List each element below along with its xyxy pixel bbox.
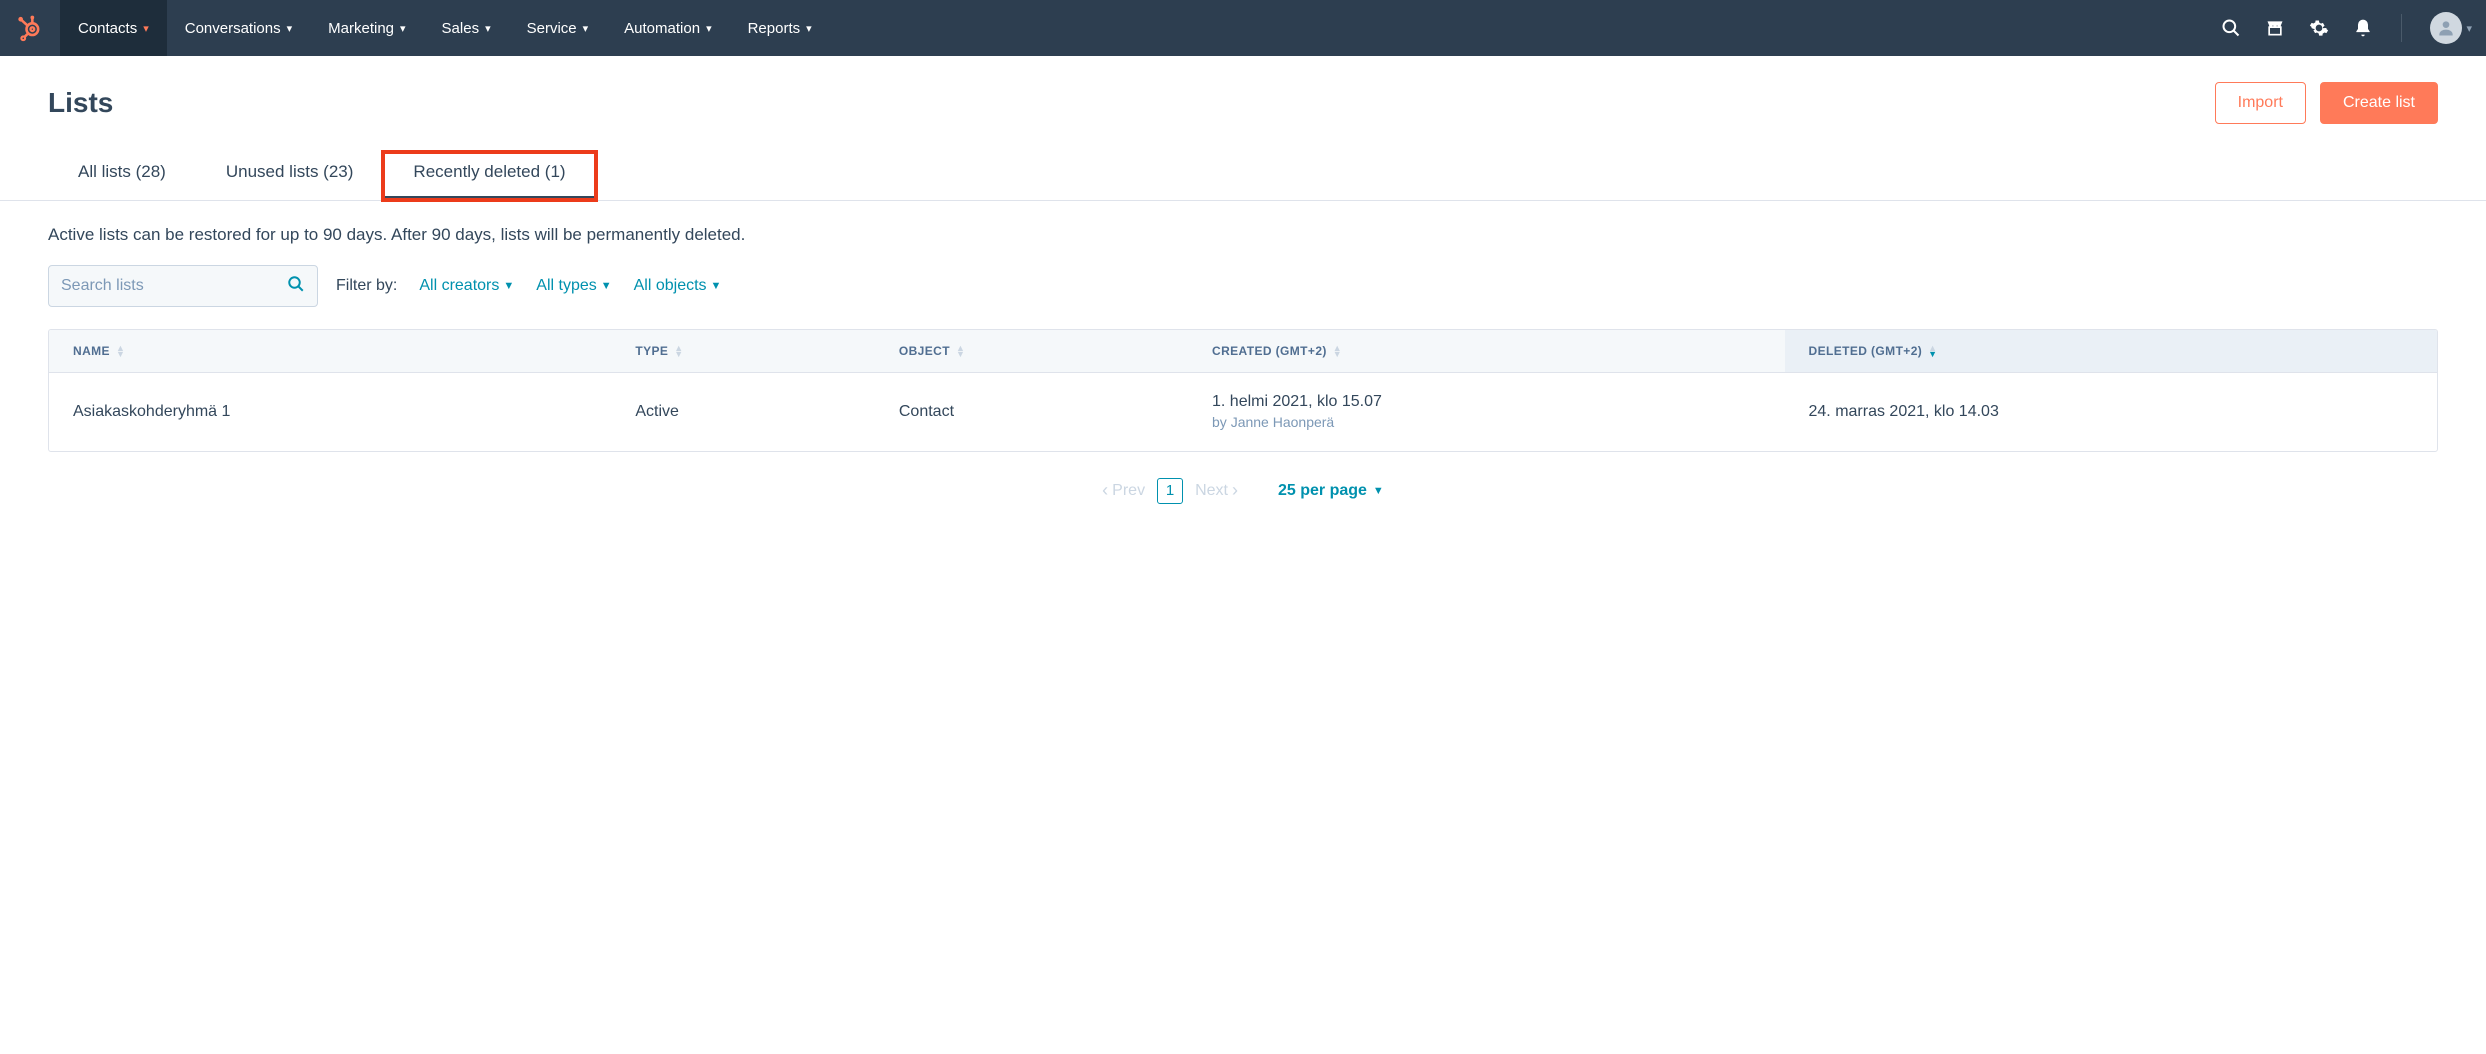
nav-label: Contacts bbox=[78, 20, 137, 37]
tab-unused-lists[interactable]: Unused lists (23) bbox=[196, 152, 384, 200]
nav-items: Contacts ▾ Conversations ▾ Marketing ▾ S… bbox=[60, 0, 830, 56]
prev-button[interactable]: ‹ Prev bbox=[1102, 480, 1145, 501]
chevron-down-icon: ▾ bbox=[706, 22, 712, 35]
header-buttons: Import Create list bbox=[2215, 82, 2438, 124]
nav-label: Automation bbox=[624, 20, 700, 37]
chevron-left-icon: ‹ bbox=[1102, 480, 1108, 501]
chevron-down-icon: ▾ bbox=[806, 22, 812, 35]
created-date: 1. helmi 2021, klo 15.07 bbox=[1212, 391, 1760, 413]
create-list-button[interactable]: Create list bbox=[2320, 82, 2438, 124]
table-row[interactable]: Asiakaskohderyhmä 1 Active Contact 1. he… bbox=[49, 373, 2437, 451]
header-row: Lists Import Create list bbox=[0, 56, 2486, 124]
top-nav: Contacts ▾ Conversations ▾ Marketing ▾ S… bbox=[0, 0, 2486, 56]
info-text: Active lists can be restored for up to 9… bbox=[0, 201, 2486, 245]
page-number[interactable]: 1 bbox=[1157, 478, 1183, 504]
nav-reports[interactable]: Reports ▾ bbox=[730, 0, 830, 56]
settings-icon[interactable] bbox=[2309, 18, 2329, 38]
sort-icon: ▲▼ bbox=[1928, 345, 1937, 357]
tab-recently-deleted[interactable]: Recently deleted (1) bbox=[383, 152, 595, 200]
col-name[interactable]: NAME ▲▼ bbox=[49, 330, 611, 373]
table: NAME ▲▼ TYPE ▲▼ OBJECT ▲▼ bbox=[48, 329, 2438, 452]
filter-label: Filter by: bbox=[336, 277, 397, 295]
cell-name: Asiakaskohderyhmä 1 bbox=[49, 373, 611, 451]
sort-icon: ▲▼ bbox=[1333, 345, 1342, 357]
tabs: All lists (28) Unused lists (23) Recentl… bbox=[0, 124, 2486, 201]
filter-text: All creators bbox=[419, 277, 499, 295]
chevron-right-icon: › bbox=[1232, 480, 1238, 501]
cell-created: 1. helmi 2021, klo 15.07 by Janne Haonpe… bbox=[1188, 373, 1784, 451]
col-deleted[interactable]: DELETED (GMT+2) ▲▼ bbox=[1785, 330, 2438, 373]
chevron-down-icon: ▾ bbox=[2466, 22, 2472, 35]
chevron-down-icon: ▼ bbox=[1373, 485, 1384, 497]
notifications-icon[interactable] bbox=[2353, 18, 2373, 38]
filter-objects[interactable]: All objects ▼ bbox=[634, 277, 722, 295]
nav-service[interactable]: Service ▾ bbox=[509, 0, 607, 56]
col-label: TYPE bbox=[635, 344, 668, 358]
next-label: Next bbox=[1195, 482, 1228, 500]
cell-type: Active bbox=[611, 373, 875, 451]
nav-contacts[interactable]: Contacts ▾ bbox=[60, 0, 167, 56]
nav-label: Service bbox=[527, 20, 577, 37]
nav-automation[interactable]: Automation ▾ bbox=[606, 0, 729, 56]
chevron-down-icon: ▾ bbox=[400, 22, 406, 35]
tab-all-lists[interactable]: All lists (28) bbox=[48, 152, 196, 200]
next-button[interactable]: Next › bbox=[1195, 480, 1238, 501]
filter-creators[interactable]: All creators ▼ bbox=[419, 277, 514, 295]
marketplace-icon[interactable] bbox=[2265, 18, 2285, 38]
page-title: Lists bbox=[48, 87, 113, 119]
col-created[interactable]: CREATED (GMT+2) ▲▼ bbox=[1188, 330, 1784, 373]
per-page-label: 25 per page bbox=[1278, 482, 1367, 500]
sort-icon: ▲▼ bbox=[674, 345, 683, 357]
search-icon[interactable] bbox=[2221, 18, 2241, 38]
chevron-down-icon: ▾ bbox=[143, 22, 149, 35]
col-label: DELETED (GMT+2) bbox=[1809, 344, 1923, 358]
chevron-down-icon: ▼ bbox=[503, 280, 514, 292]
account-menu[interactable]: ▾ bbox=[2430, 12, 2472, 44]
chevron-down-icon: ▼ bbox=[711, 280, 722, 292]
filter-text: All objects bbox=[634, 277, 707, 295]
sort-icon: ▲▼ bbox=[116, 345, 125, 357]
nav-right: ▾ bbox=[2221, 12, 2472, 44]
avatar bbox=[2430, 12, 2462, 44]
nav-label: Marketing bbox=[328, 20, 394, 37]
import-button[interactable]: Import bbox=[2215, 82, 2306, 124]
sprocket-icon bbox=[16, 14, 44, 42]
col-label: CREATED (GMT+2) bbox=[1212, 344, 1327, 358]
controls-row: Filter by: All creators ▼ All types ▼ Al… bbox=[0, 245, 2486, 307]
chevron-down-icon: ▾ bbox=[287, 22, 293, 35]
cell-deleted: 24. marras 2021, klo 14.03 bbox=[1785, 373, 2438, 451]
pager: ‹ Prev 1 Next › bbox=[1102, 478, 1238, 504]
pagination: ‹ Prev 1 Next › 25 per page ▼ bbox=[0, 452, 2486, 504]
search-input[interactable] bbox=[61, 277, 287, 295]
cell-object: Contact bbox=[875, 373, 1188, 451]
nav-label: Reports bbox=[748, 20, 801, 37]
prev-label: Prev bbox=[1112, 482, 1145, 500]
nav-label: Conversations bbox=[185, 20, 281, 37]
col-label: OBJECT bbox=[899, 344, 950, 358]
nav-label: Sales bbox=[442, 20, 480, 37]
page: Lists Import Create list All lists (28) … bbox=[0, 56, 2486, 544]
hubspot-logo[interactable] bbox=[0, 0, 60, 56]
nav-sales[interactable]: Sales ▾ bbox=[424, 0, 509, 56]
search-icon bbox=[287, 275, 305, 298]
created-by: by Janne Haonperä bbox=[1212, 413, 1760, 433]
search-box[interactable] bbox=[48, 265, 318, 307]
chevron-down-icon: ▾ bbox=[583, 22, 589, 35]
nav-marketing[interactable]: Marketing ▾ bbox=[310, 0, 423, 56]
col-object[interactable]: OBJECT ▲▼ bbox=[875, 330, 1188, 373]
nav-divider bbox=[2401, 14, 2402, 42]
nav-conversations[interactable]: Conversations ▾ bbox=[167, 0, 310, 56]
chevron-down-icon: ▾ bbox=[485, 22, 491, 35]
sort-icon: ▲▼ bbox=[956, 345, 965, 357]
filter-types[interactable]: All types ▼ bbox=[536, 277, 611, 295]
chevron-down-icon: ▼ bbox=[601, 280, 612, 292]
filter-text: All types bbox=[536, 277, 596, 295]
per-page-select[interactable]: 25 per page ▼ bbox=[1278, 482, 1384, 500]
col-type[interactable]: TYPE ▲▼ bbox=[611, 330, 875, 373]
col-label: NAME bbox=[73, 344, 110, 358]
